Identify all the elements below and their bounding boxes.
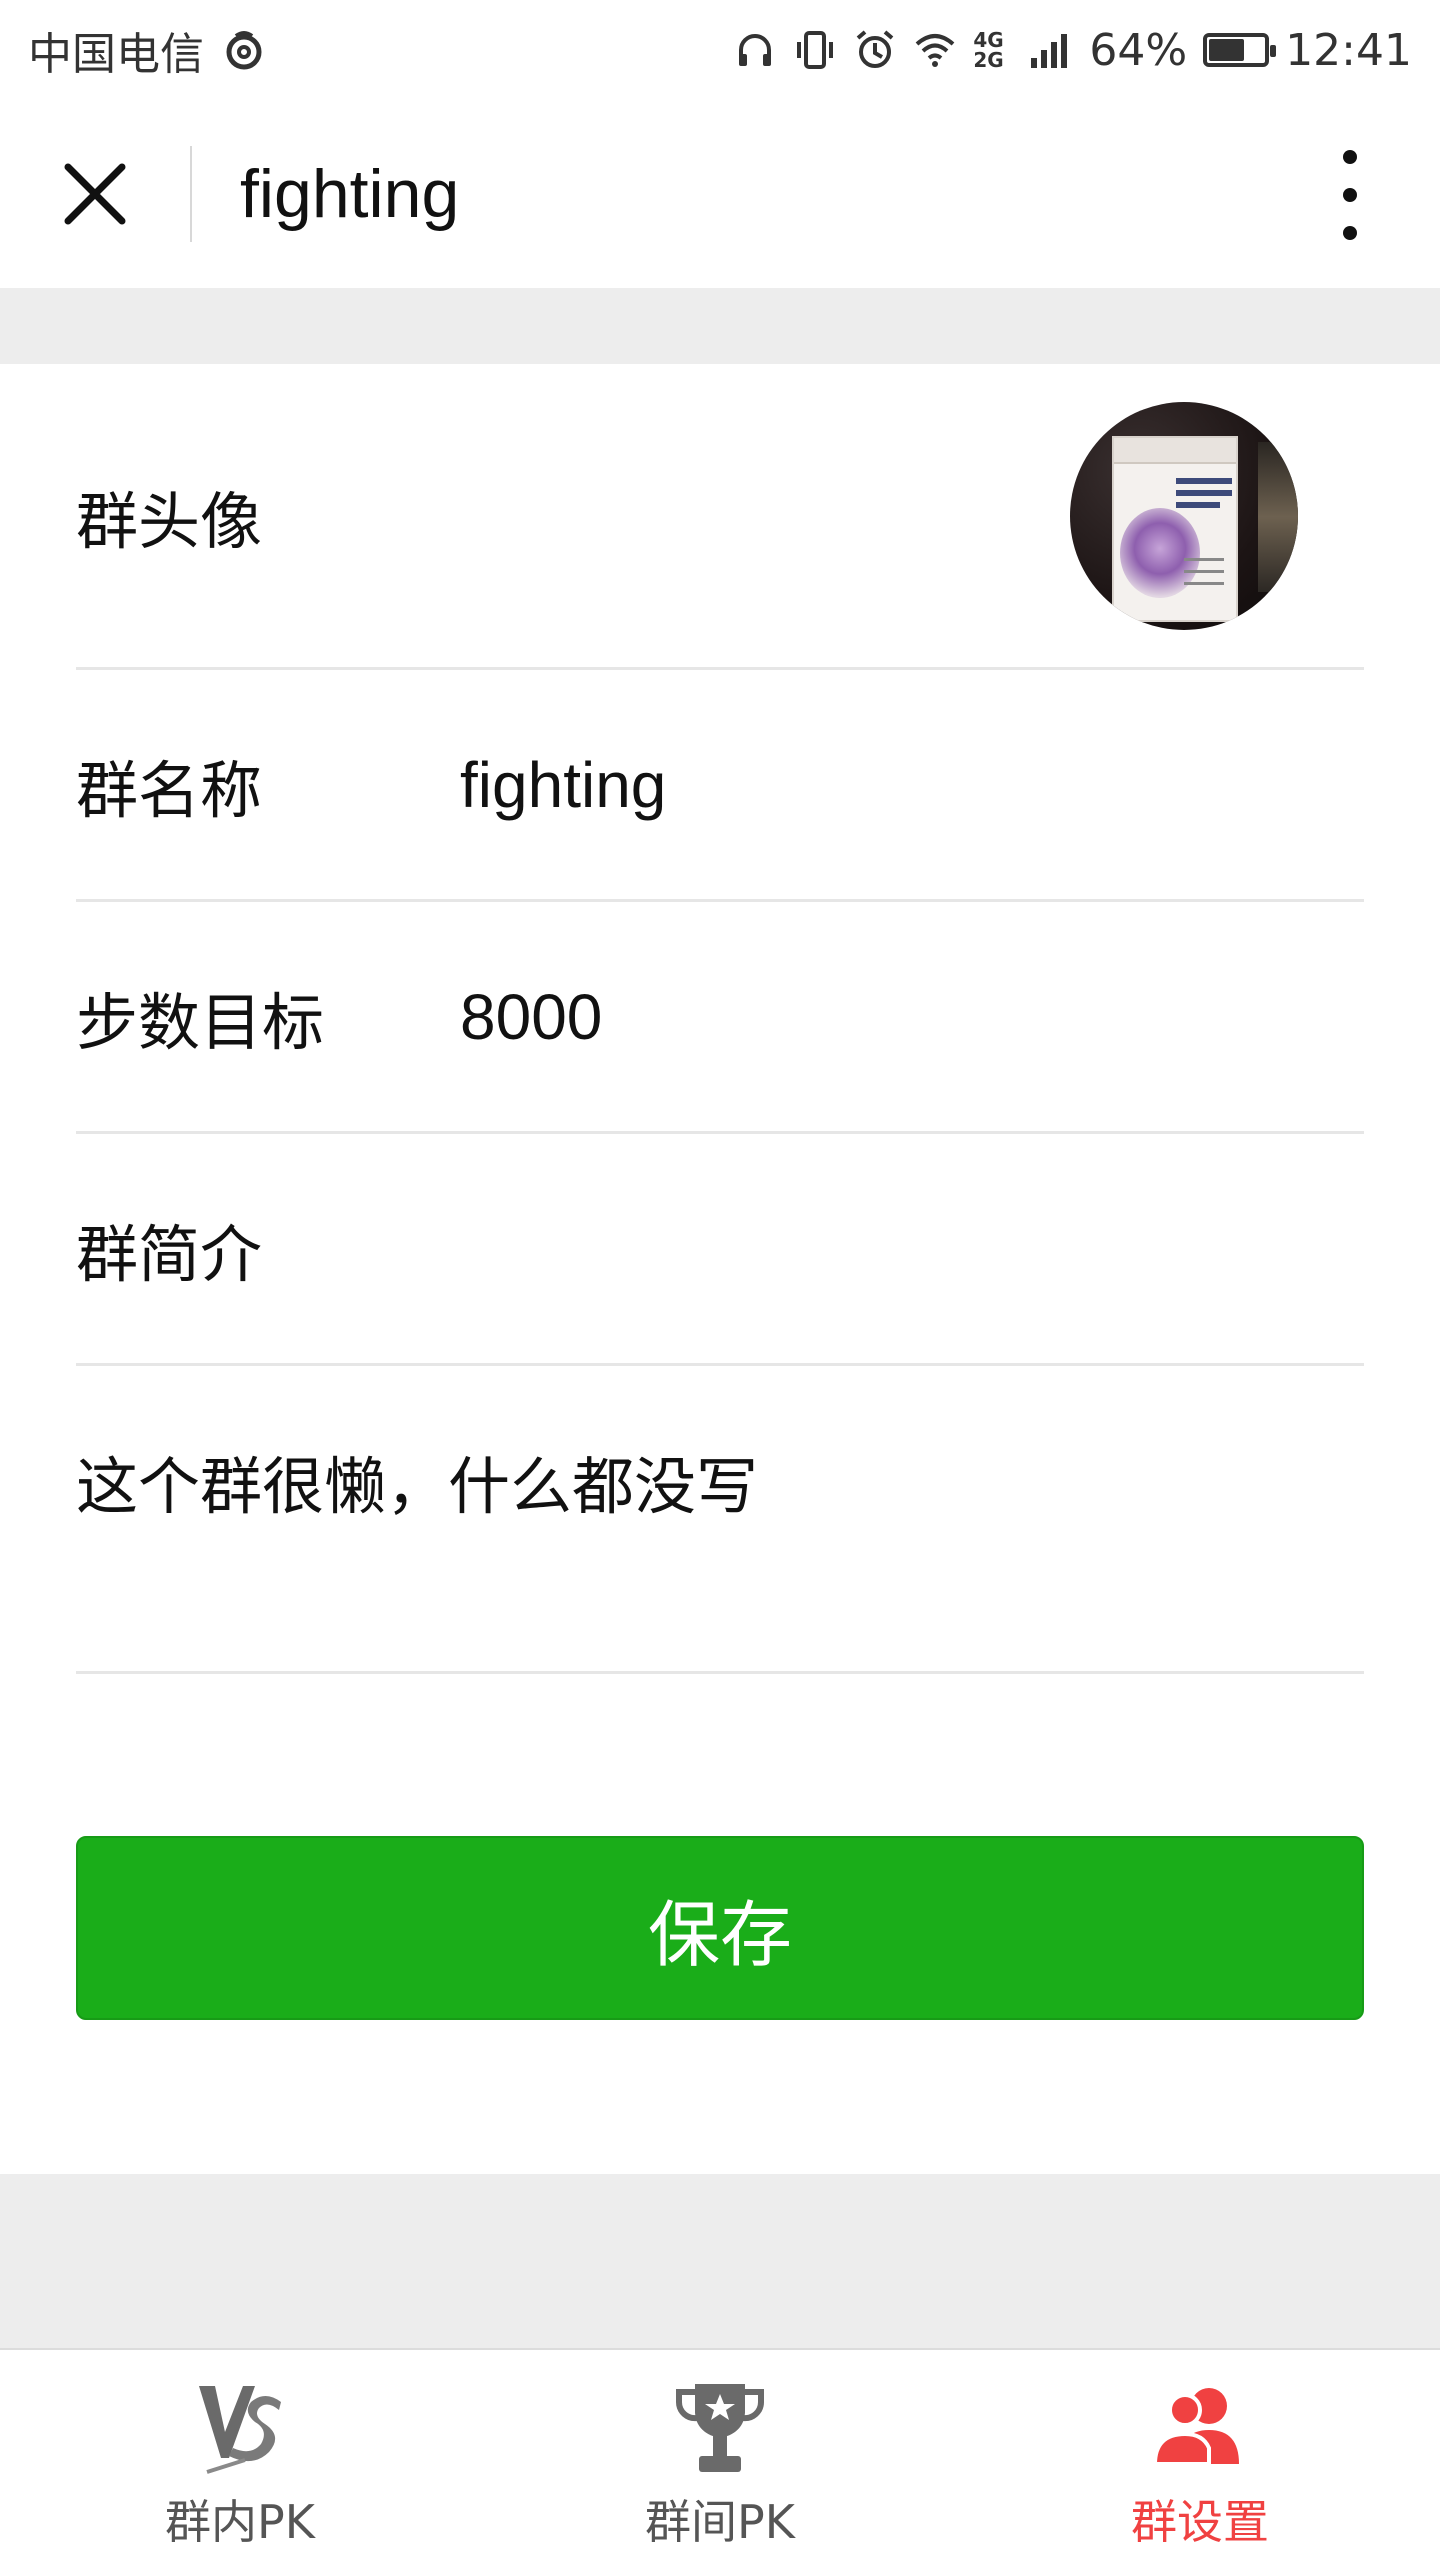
close-icon	[64, 163, 126, 225]
network-type-label: 4G 2G	[973, 28, 1004, 72]
tab-label: 群设置	[1131, 2495, 1269, 2549]
battery-icon	[1203, 33, 1277, 67]
avatar-product-box	[1112, 436, 1238, 622]
trophy-icon	[675, 2384, 765, 2472]
step-goal-label: 步数目标	[76, 985, 325, 1059]
avatar-box-stripe	[1184, 582, 1224, 585]
tab-bar: 群内PK 群间PK 群设置	[0, 2348, 1440, 2560]
group-users-icon	[1152, 2388, 1239, 2466]
group-name-label: 群名称	[76, 753, 263, 827]
headphones-icon	[739, 34, 772, 66]
nav-divider	[190, 146, 192, 242]
avatar-box-lid	[1114, 438, 1236, 464]
battery-level	[1209, 39, 1245, 61]
avatar-box-stripe	[1184, 570, 1224, 573]
more-menu-button[interactable]	[1330, 150, 1370, 240]
netease-music-icon	[226, 31, 262, 70]
alarm-icon	[857, 30, 894, 68]
group-intro-row: 群简介	[76, 1134, 1364, 1366]
avatar-box-stripe	[1176, 490, 1232, 496]
avatar-label: 群头像	[76, 484, 263, 558]
tab-between-group-pk[interactable]: 群间PK	[480, 2350, 960, 2560]
status-left: 中国电信	[28, 18, 266, 82]
avatar-background-object	[1258, 442, 1298, 592]
clock: 12:41	[1285, 24, 1412, 76]
battery-percent: 64%	[1089, 24, 1188, 76]
tab-group-settings[interactable]: 群设置	[960, 2350, 1440, 2560]
wifi-icon	[916, 34, 955, 67]
avatar-box-stripe	[1184, 558, 1224, 561]
group-intro-value: 这个群很懒，什么都没写	[76, 1450, 759, 1523]
close-button[interactable]	[0, 100, 190, 288]
more-dot	[1343, 188, 1357, 202]
more-dot	[1343, 226, 1357, 240]
group-intro-label: 群简介	[76, 1217, 263, 1291]
vibrate-icon	[797, 31, 834, 69]
step-goal-value[interactable]: 8000	[460, 980, 602, 1054]
tab-label: 群间PK	[645, 2495, 795, 2549]
avatar-box-stripe	[1176, 502, 1220, 508]
section-gap	[0, 288, 1440, 364]
carrier-label: 中国电信	[28, 29, 204, 80]
avatar-row[interactable]: 群头像	[76, 364, 1364, 670]
tab-label: 群内PK	[165, 2495, 315, 2549]
group-settings-panel: 群头像 群名称 fighting 步数目标 8000 群简介 这个群很懒，什么都…	[0, 364, 1440, 2174]
avatar-box-stripe	[1176, 478, 1232, 484]
status-bar: 中国电信 4G 2G 64% 12:41	[0, 0, 1440, 100]
tab-in-group-pk[interactable]: 群内PK	[0, 2350, 480, 2560]
save-button[interactable]: 保存	[76, 1836, 1364, 2020]
page-title: fighting	[240, 156, 460, 232]
bottom-gap	[0, 2174, 1440, 2348]
group-intro-textarea[interactable]: 这个群很懒，什么都没写	[76, 1366, 1364, 1674]
vs-icon	[199, 2386, 281, 2474]
step-goal-row[interactable]: 步数目标 8000	[76, 902, 1364, 1134]
status-right: 4G 2G 64% 12:41	[733, 25, 1412, 76]
group-name-value[interactable]: fighting	[460, 748, 666, 822]
nav-bar: fighting	[0, 100, 1440, 288]
group-name-row[interactable]: 群名称 fighting	[76, 670, 1364, 902]
signal-icon	[1031, 34, 1068, 68]
group-avatar[interactable]	[1070, 402, 1298, 630]
more-dot	[1343, 150, 1357, 164]
